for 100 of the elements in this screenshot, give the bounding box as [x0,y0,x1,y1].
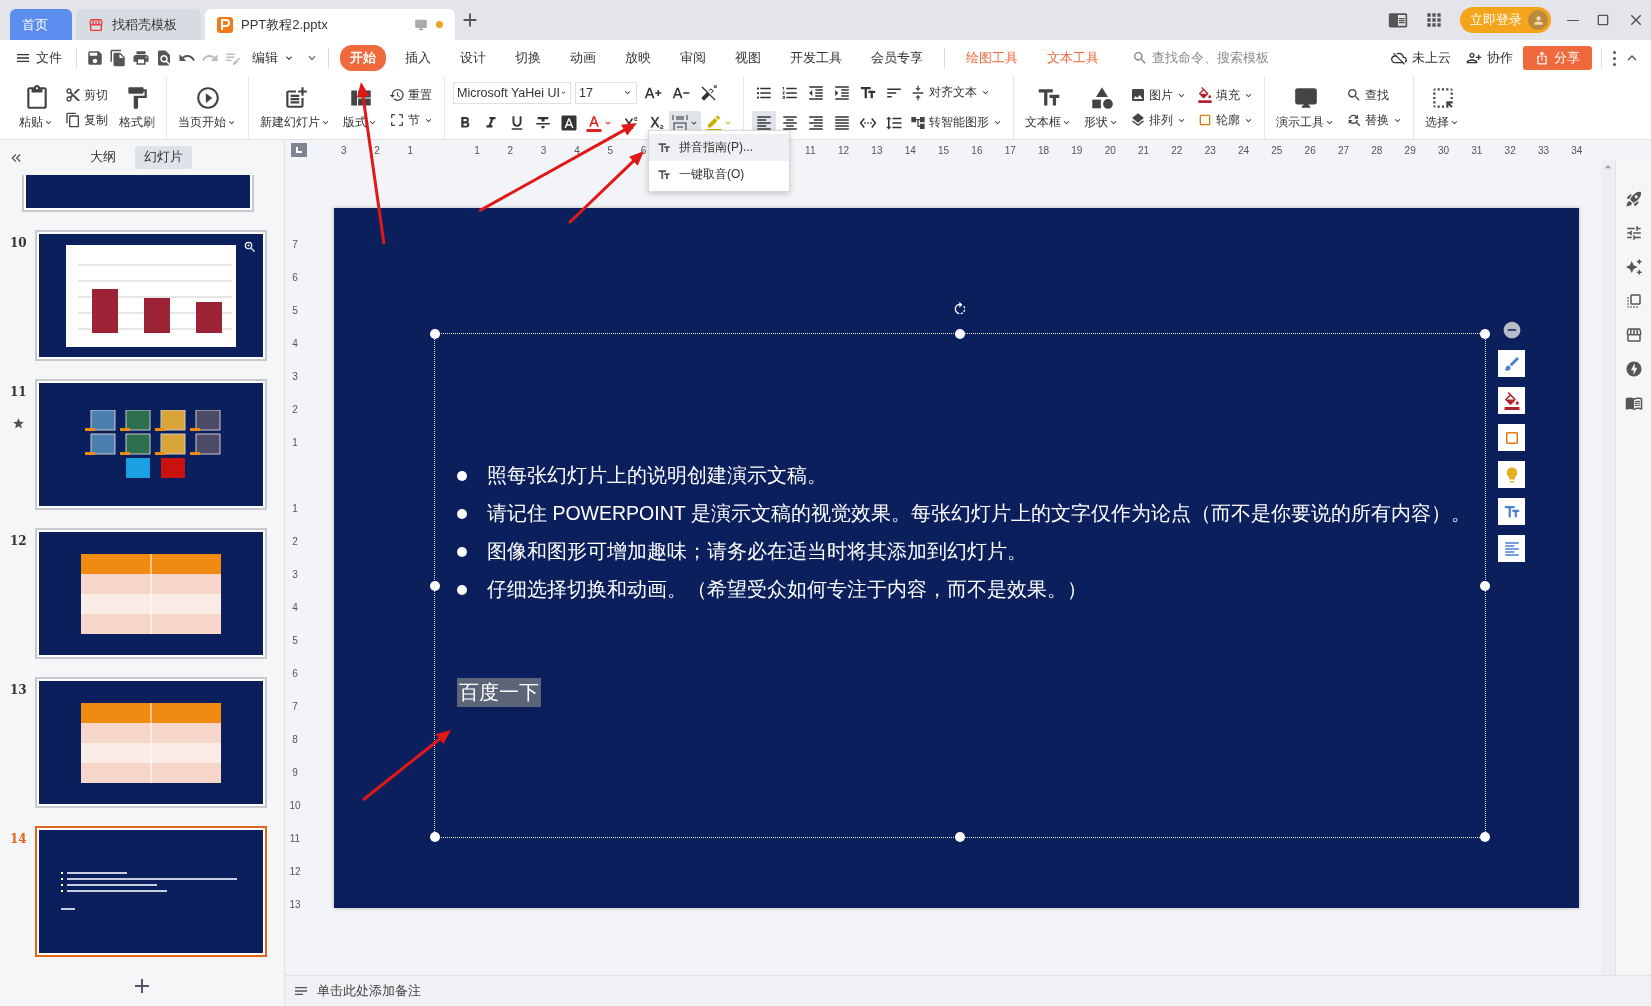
file-menu[interactable]: 文件 [10,45,67,71]
fill-button[interactable]: 填充 [1195,85,1256,105]
resize-handle[interactable] [430,580,440,591]
collaborate-button[interactable]: 协作 [1461,45,1518,71]
pinyin-icon [657,140,671,155]
slide-thumbnail[interactable] [34,379,267,510]
find-icon [1346,87,1362,103]
presentation-tools-button[interactable]: 演示工具 [1273,82,1338,133]
slide-thumbnail[interactable] [34,677,267,808]
ruler-number: 30 [1436,144,1451,156]
ruler-number: 7 [291,700,299,714]
ribbon-tab[interactable]: 会员专享 [861,45,933,71]
format-painter-button[interactable]: 格式刷 [116,82,158,133]
brush-icon[interactable] [1498,350,1525,377]
find-button[interactable]: 查找 [1344,85,1405,105]
cloud-button[interactable]: 未上云 [1386,45,1456,71]
ruler-number: 33 [1536,144,1551,156]
resize-handle[interactable] [430,832,440,842]
document-tab[interactable]: 找稻壳模板 [76,9,201,40]
pinyin-icon [671,113,689,132]
bullet-icon [457,508,467,519]
ribbon-tab[interactable]: 切换 [505,45,551,71]
view-tab[interactable]: 幻灯片 [134,146,192,169]
ruler-number: 15 [937,144,951,156]
outline-button[interactable]: 轮廓 [1195,110,1256,130]
ruler-number: 3 [339,144,348,156]
resize-handle[interactable] [1480,580,1490,591]
resize-handle[interactable] [1480,329,1490,339]
menu-item[interactable]: 拼音指南(P)... [649,134,789,161]
layout-button[interactable]: 版式 [340,82,381,133]
resize-handle[interactable] [955,329,965,339]
textbox-button[interactable]: 文本框 [1022,82,1075,133]
zoom-icon[interactable] [242,240,257,254]
ruler-number: 3 [291,568,299,582]
ruler-number: 3 [291,370,299,384]
paste-button[interactable]: 粘贴 [16,82,57,133]
ribbon-tab[interactable]: 视图 [725,45,771,71]
section-icon [389,112,405,128]
save-icon [86,49,104,67]
section-button[interactable]: 节 [387,110,436,130]
replace-icon [1346,112,1362,128]
ribbon-tab[interactable]: 审阅 [670,45,716,71]
text-convert-icon[interactable] [1498,498,1525,525]
ruler-number: 12 [288,865,302,879]
picture-button[interactable]: 图片 [1128,85,1189,105]
ruler-number: 24 [1236,144,1251,156]
ribbon-tab[interactable]: 放映 [615,45,661,71]
ribbon-tab[interactable]: 插入 [395,45,441,71]
ruler-number: 28 [1370,144,1384,156]
increase-indent-icon [833,83,851,102]
ruler-number: 11 [804,144,817,156]
ribbon-tab[interactable]: 设计 [450,45,496,71]
edit-menu[interactable]: 编辑 [247,45,300,71]
align-text-button[interactable]: 对齐文本 [908,83,993,102]
resize-handle[interactable] [1480,832,1490,842]
reset-button[interactable]: 重置 [387,85,436,105]
rotate-handle-icon[interactable] [952,301,968,317]
bullet-text: 照每张幻灯片上的说明创建演示文稿。 [487,463,827,488]
command-search-field[interactable]: 查找命令、搜索模板 [1132,49,1269,67]
picture-icon [1130,87,1146,103]
copy-button[interactable]: 复制 [63,110,110,130]
new-slide-button[interactable]: 新建幻灯片 [257,82,334,133]
view-tab[interactable]: 大纲 [80,146,125,169]
resize-handle[interactable] [430,329,440,339]
arrange-button[interactable]: 排列 [1128,110,1189,130]
smart-art-button[interactable]: 转智能图形 [908,113,1005,132]
ruler-number: 34 [1570,144,1584,156]
arrange-icon [1130,112,1146,128]
ribbon-tab[interactable]: 动画 [560,45,606,71]
font-size-field[interactable]: 17 [575,81,637,104]
fill-icon[interactable] [1498,387,1525,414]
ruler-number: 6 [291,271,299,285]
cut-button[interactable]: 剪切 [63,85,110,105]
minimize-icon[interactable] [1567,19,1579,21]
ruler-number: 5 [606,144,615,156]
slides-icon [1624,292,1643,310]
tab-stop-icon[interactable] [291,143,307,157]
resize-handle[interactable] [955,832,965,842]
menu-item[interactable]: 一键取音(O) [649,161,789,188]
ruler-number: 12 [837,144,851,156]
slide-number: 14 [10,832,27,846]
slide-thumbnail[interactable] [34,528,267,659]
sliders-icon [1624,224,1643,242]
select-button[interactable]: 选择 [1422,82,1463,133]
ribbon-tab[interactable]: 开发工具 [780,45,852,71]
shape-button[interactable]: 形状 [1081,82,1122,133]
slide-thumbnail[interactable] [34,826,267,957]
slide-thumbnail[interactable] [34,230,267,361]
play-button[interactable]: 当页开始 [175,82,240,133]
scrollbar[interactable] [1601,160,1615,975]
ruler-number: 2 [291,535,299,549]
document-tab[interactable]: PPT教程2.pptx [205,9,455,40]
more-icon[interactable] [1611,50,1618,66]
notes-placeholder[interactable]: 单击此处添加备注 [317,982,421,1000]
font-name-field[interactable]: Microsoft YaHei UI [453,81,571,104]
ruler-number: 18 [1037,144,1051,156]
replace-button[interactable]: 替换 [1344,110,1405,130]
text-select-icon[interactable] [1498,535,1525,562]
outline-icon[interactable] [1498,424,1525,451]
ruler-number: 2 [373,144,381,156]
